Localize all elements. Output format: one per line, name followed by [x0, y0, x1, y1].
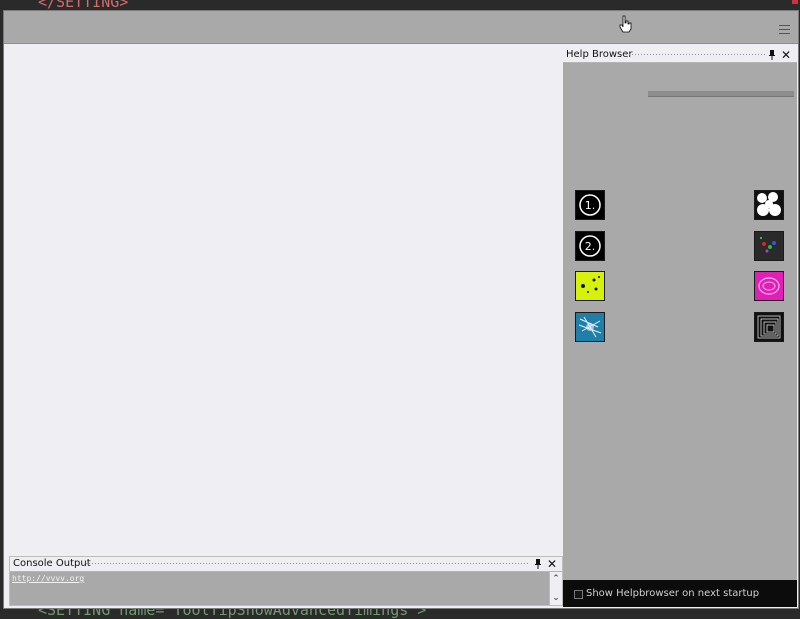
particle-example-icon[interactable] — [575, 312, 605, 342]
help-browser-panel: Help Browser ✕ 1. 2. Show Helpbrowser on… — [563, 48, 797, 607]
hamburger-icon[interactable] — [779, 25, 790, 34]
scroll-up-icon[interactable]: ⌃ — [551, 574, 561, 584]
console-scrollbar[interactable]: ⌃ ⌄ — [549, 572, 562, 605]
yellow-dots-example-icon[interactable] — [575, 271, 605, 301]
show-on-startup-label: Show Helpbrowser on next startup — [586, 588, 760, 599]
patch-2-label: 2. — [585, 240, 596, 253]
show-on-startup-checkbox[interactable] — [574, 590, 583, 599]
console-link[interactable]: http://vvvv.org — [12, 574, 84, 583]
close-icon[interactable]: ✕ — [781, 48, 791, 62]
help-progress-bar — [648, 91, 794, 97]
tunnel-example-icon[interactable] — [754, 312, 784, 342]
drag-handle[interactable] — [85, 562, 528, 566]
editor-marker — [792, 0, 798, 4]
patch-canvas[interactable] — [4, 44, 561, 608]
tutorial-1-icon[interactable]: 1. — [575, 190, 605, 220]
window-toolbar — [4, 11, 798, 44]
hand-cursor-icon — [619, 15, 632, 33]
pink-sphere-example-icon[interactable] — [754, 271, 784, 301]
vvvv-window: Help Browser ✕ 1. 2. Show Helpbrowser on… — [3, 10, 799, 609]
drag-handle[interactable] — [625, 53, 765, 57]
close-icon[interactable]: ✕ — [547, 557, 557, 571]
scroll-down-icon[interactable]: ⌄ — [551, 593, 561, 603]
console-header: Console Output ✕ — [10, 557, 562, 572]
panel-title: Console Output — [13, 558, 91, 569]
pin-icon[interactable] — [534, 558, 542, 570]
color-particles-example-icon[interactable] — [754, 231, 784, 261]
console-output-panel: Console Output ✕ http://vvvv.org ⌃ ⌄ — [9, 556, 563, 606]
help-browser-footer: Show Helpbrowser on next startup — [563, 580, 797, 607]
panel-title: Help Browser — [566, 49, 633, 60]
help-browser-header: Help Browser ✕ — [563, 48, 797, 63]
patch-1-label: 1. — [585, 199, 596, 212]
tutorial-2-icon[interactable]: 2. — [575, 231, 605, 261]
pin-icon[interactable] — [768, 49, 776, 61]
blobs-example-icon[interactable] — [754, 190, 784, 220]
